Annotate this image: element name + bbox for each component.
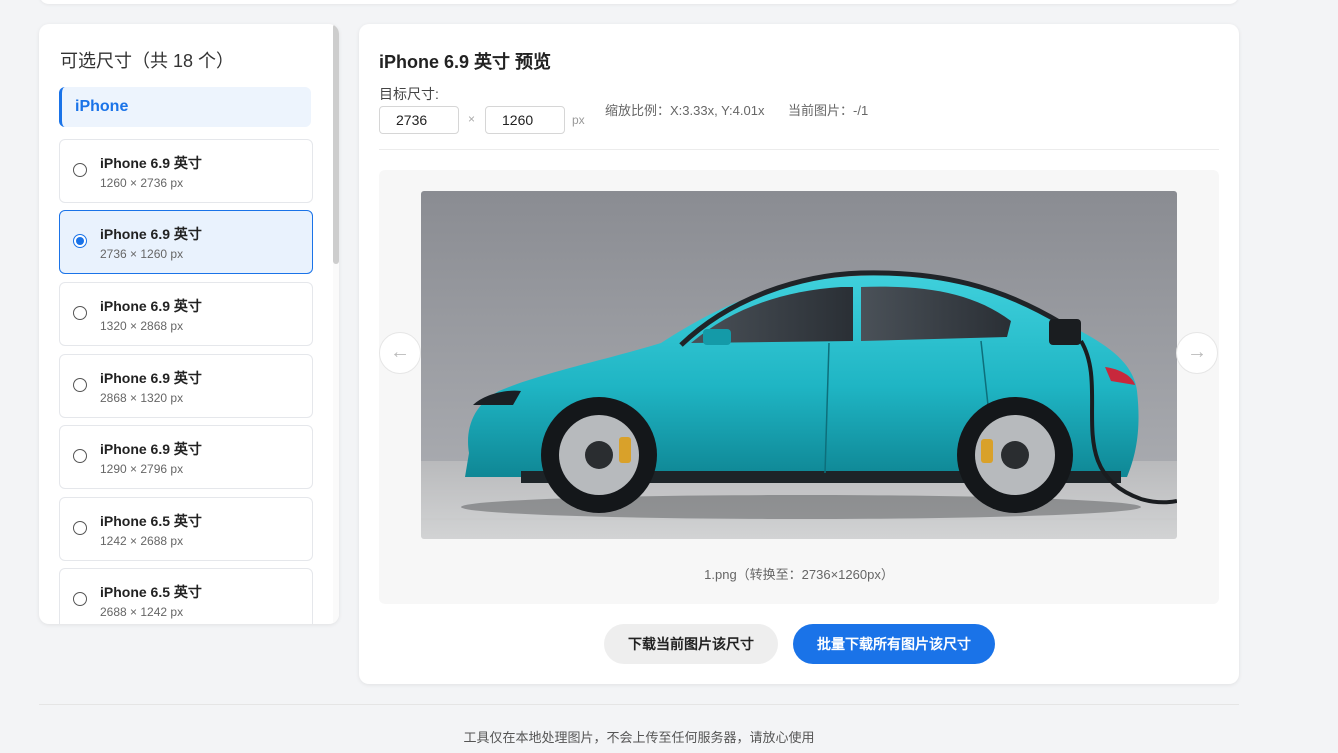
target-size-label: 目标尺寸: [379, 86, 439, 102]
size-option[interactable]: iPhone 6.9 英寸 2868 × 1320 px [59, 354, 313, 418]
unit-label: px [572, 113, 585, 127]
radio-button[interactable] [73, 449, 87, 463]
prev-image-button[interactable]: ← [379, 332, 421, 374]
size-option-dims: 1242 × 2688 px [100, 534, 184, 548]
radio-button[interactable] [73, 163, 87, 177]
scale-ratio-text: 缩放比例：X:3.33x, Y:4.01x [605, 103, 765, 118]
current-image-counter: 当前图片：-/1 [788, 103, 869, 118]
size-list-panel: 可选尺寸（共 18 个） iPhone iPhone 6.9 英寸 1260 ×… [39, 24, 339, 624]
size-list-title: 可选尺寸（共 18 个） [60, 51, 235, 71]
download-all-button[interactable]: 批量下载所有图片该尺寸 [793, 624, 995, 664]
size-option[interactable]: iPhone 6.9 英寸 1290 × 2796 px [59, 425, 313, 489]
size-option-name: iPhone 6.5 英寸 [100, 584, 202, 600]
footer-divider [39, 704, 1239, 705]
size-option[interactable]: iPhone 6.5 英寸 2688 × 1242 px [59, 568, 313, 624]
footer-notice: 工具仅在本地处理图片，不会上传至任何服务器，请放心使用 [463, 730, 815, 745]
radio-button[interactable] [73, 306, 87, 320]
next-image-button[interactable]: → [1176, 332, 1218, 374]
radio-button-checked[interactable] [73, 234, 87, 248]
size-option[interactable]: iPhone 6.9 英寸 1260 × 2736 px [59, 139, 313, 203]
size-option-name: iPhone 6.9 英寸 [100, 155, 202, 171]
size-option-name: iPhone 6.5 英寸 [100, 513, 202, 529]
size-option-name: iPhone 6.9 英寸 [100, 298, 202, 314]
size-option[interactable]: iPhone 6.5 英寸 1242 × 2688 px [59, 497, 313, 561]
radio-button[interactable] [73, 592, 87, 606]
category-tab-iphone[interactable]: iPhone [59, 87, 311, 127]
image-caption: 1.png（转换至：2736×1260px） [704, 567, 894, 582]
size-option[interactable]: iPhone 6.9 英寸 1320 × 2868 px [59, 282, 313, 346]
download-current-button[interactable]: 下载当前图片该尺寸 [604, 624, 778, 664]
size-option-dims: 1320 × 2868 px [100, 319, 184, 333]
size-option-dims: 2688 × 1242 px [100, 605, 184, 619]
size-option-selected[interactable]: iPhone 6.9 英寸 2736 × 1260 px [59, 210, 313, 274]
preview-image [421, 191, 1177, 539]
height-input[interactable]: 1260 [485, 106, 565, 134]
preview-title: iPhone 6.9 英寸 预览 [379, 52, 552, 72]
top-card-edge [39, 0, 1239, 4]
radio-button[interactable] [73, 378, 87, 392]
size-option-dims: 1260 × 2736 px [100, 176, 184, 190]
size-option-dims: 2868 × 1320 px [100, 391, 184, 405]
radio-button[interactable] [73, 521, 87, 535]
preview-panel: iPhone 6.9 英寸 预览 目标尺寸: 2736 × 1260 px 缩放… [359, 24, 1239, 684]
size-option-dims: 1290 × 2796 px [100, 462, 184, 476]
scrollbar-track[interactable] [333, 24, 339, 624]
size-option-name: iPhone 6.9 英寸 [100, 226, 202, 242]
scrollbar-thumb[interactable] [333, 24, 339, 264]
size-option-dims: 2736 × 1260 px [100, 247, 184, 261]
image-preview-area: ← → 1.png（转换至：2736×1260px） [379, 170, 1219, 604]
divider [379, 149, 1219, 150]
size-option-name: iPhone 6.9 英寸 [100, 441, 202, 457]
width-input[interactable]: 2736 [379, 106, 459, 134]
size-option-name: iPhone 6.9 英寸 [100, 370, 202, 386]
times-separator: × [468, 112, 476, 126]
